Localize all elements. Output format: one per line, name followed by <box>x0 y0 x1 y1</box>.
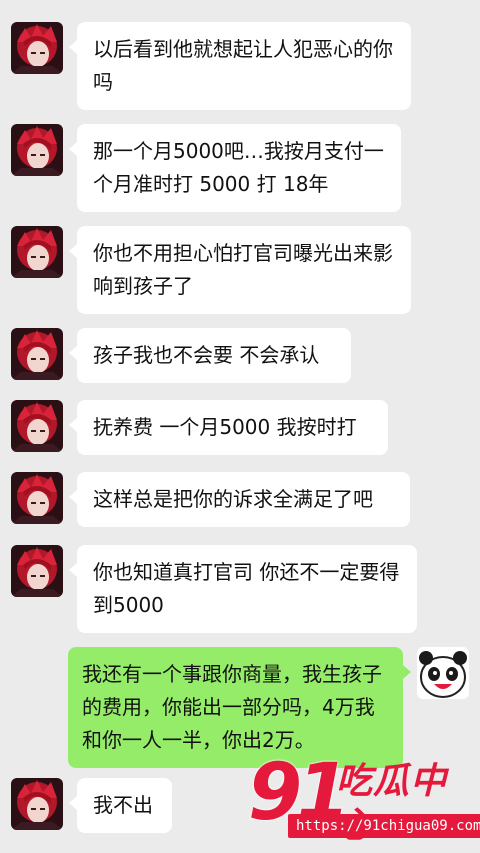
incoming-message-bubble[interactable]: 你也不用担心怕打官司曝光出来影响到孩子了 <box>69 226 411 314</box>
incoming-message-bubble[interactable]: 这样总是把你的诉求全满足了吧 <box>69 472 410 527</box>
contact-avatar[interactable] <box>11 22 63 74</box>
incoming-message-bubble[interactable]: 抚养费 一个月5000 我按时打 <box>69 400 388 455</box>
incoming-message-bubble[interactable]: 孩子我也不会要 不会承认 <box>69 328 351 383</box>
contact-avatar[interactable] <box>11 778 63 830</box>
incoming-message-bubble[interactable]: 以后看到他就想起让人犯恶心的你吗 <box>69 22 411 110</box>
contact-avatar[interactable] <box>11 472 63 524</box>
watermark-url: https://91chigua09.com <box>288 814 480 838</box>
incoming-message-bubble[interactable]: 那一个月5000吧…我按月支付一个月准时打 5000 打 18年 <box>69 124 401 212</box>
contact-avatar[interactable] <box>11 545 63 597</box>
site-watermark: 91 吃瓜中心 https://91chigua09.com <box>248 754 480 846</box>
incoming-message-bubble[interactable]: 你也知道真打官司 你还不一定要得到5000 <box>69 545 417 633</box>
contact-avatar[interactable] <box>11 328 63 380</box>
contact-avatar[interactable] <box>11 226 63 278</box>
incoming-message-bubble[interactable]: 我不出 <box>69 778 172 833</box>
chat-screen: 以后看到他就想起让人犯恶心的你吗 那一个月5000吧…我按月支付一个月准时打 5… <box>0 0 480 853</box>
outgoing-message-bubble[interactable]: 我还有一个事跟你商量，我生孩子的费用，你能出一部分吗，4万我和你一人一半，你出2… <box>68 647 411 768</box>
self-avatar[interactable] <box>417 647 469 699</box>
contact-avatar[interactable] <box>11 400 63 452</box>
contact-avatar[interactable] <box>11 124 63 176</box>
